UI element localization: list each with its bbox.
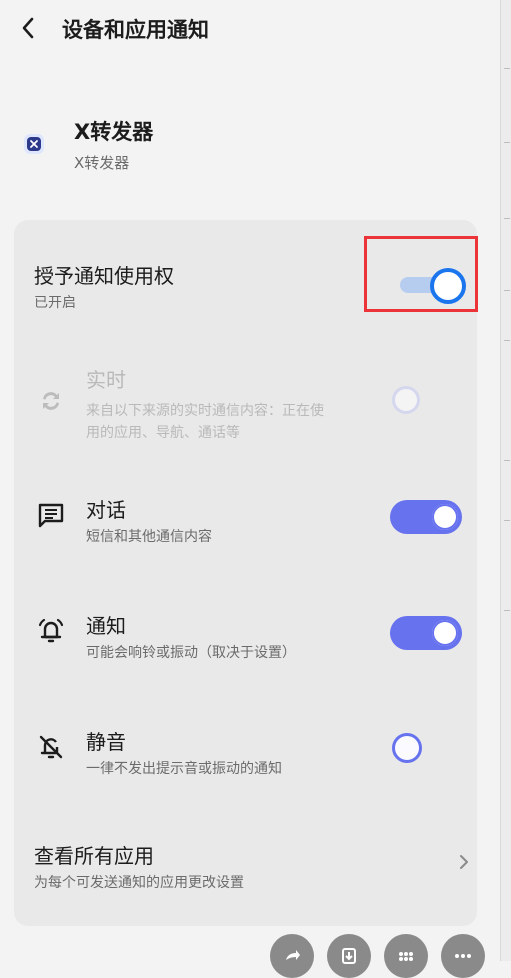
see-all-apps-title: 查看所有应用 — [34, 844, 154, 868]
alerting-row[interactable]: 通知 可能会响铃或振动（取决于设置） — [14, 596, 477, 676]
apps-button[interactable] — [384, 934, 428, 978]
highlight-box — [364, 236, 478, 312]
alerting-subtitle: 可能会响铃或振动（取决于设置） — [86, 645, 296, 661]
conversation-subtitle: 短信和其他通信内容 — [86, 529, 212, 545]
alerting-title: 通知 — [86, 614, 126, 638]
notification-settings-card: 授予通知使用权 已开启 实时 来自以下来源的实时通信内容：正在使 用的应用、导航… — [14, 220, 477, 926]
sync-icon — [34, 384, 68, 418]
back-button[interactable] — [12, 12, 44, 44]
realtime-subtitle-line2: 用的应用、导航、通话等 — [86, 425, 240, 441]
share-button[interactable] — [270, 934, 314, 978]
side-panel-edge — [500, 0, 511, 961]
bell-off-icon — [34, 730, 68, 764]
toggle-thumb — [432, 620, 458, 646]
app-subtitle: X转发器 — [74, 154, 130, 172]
silent-title: 静音 — [86, 730, 126, 754]
see-all-apps-row[interactable]: 查看所有应用 为每个可发送通知的应用更改设置 — [14, 828, 477, 908]
download-button[interactable] — [327, 934, 371, 978]
realtime-row: 实时 来自以下来源的实时通信内容：正在使 用的应用、导航、通话等 — [14, 350, 477, 450]
realtime-subtitle-line1: 来自以下来源的实时通信内容：正在使 — [86, 403, 324, 419]
conversation-row[interactable]: 对话 短信和其他通信内容 — [14, 480, 477, 560]
grid-icon — [399, 952, 413, 961]
see-all-apps-subtitle: 为每个可发送通知的应用更改设置 — [34, 875, 244, 891]
conversation-title: 对话 — [86, 498, 126, 522]
toggle-thumb — [432, 504, 458, 530]
grant-access-status: 已开启 — [34, 295, 76, 311]
floating-toolbar — [270, 934, 500, 978]
more-icon — [455, 954, 471, 958]
silent-row[interactable]: 静音 一律不发出提示音或振动的通知 — [14, 712, 477, 792]
conversation-toggle[interactable] — [390, 500, 462, 534]
share-icon — [286, 950, 300, 960]
bell-ringing-icon — [34, 614, 68, 648]
app-info: X转发器 X转发器 — [0, 112, 500, 182]
chevron-right-icon — [456, 854, 472, 870]
grant-access-title: 授予通知使用权 — [34, 264, 174, 288]
chat-icon — [34, 498, 68, 532]
back-arrow-icon — [22, 17, 34, 39]
more-button[interactable] — [441, 934, 485, 978]
app-icon — [24, 134, 44, 154]
app-name: X转发器 — [74, 120, 154, 144]
top-bar: 设备和应用通知 — [0, 0, 500, 60]
realtime-title: 实时 — [86, 368, 126, 392]
realtime-radio — [392, 386, 420, 414]
silent-radio[interactable] — [392, 733, 422, 763]
download-icon — [342, 948, 356, 964]
page-title: 设备和应用通知 — [62, 18, 209, 42]
alerting-toggle[interactable] — [390, 616, 462, 650]
silent-subtitle: 一律不发出提示音或振动的通知 — [86, 761, 282, 777]
